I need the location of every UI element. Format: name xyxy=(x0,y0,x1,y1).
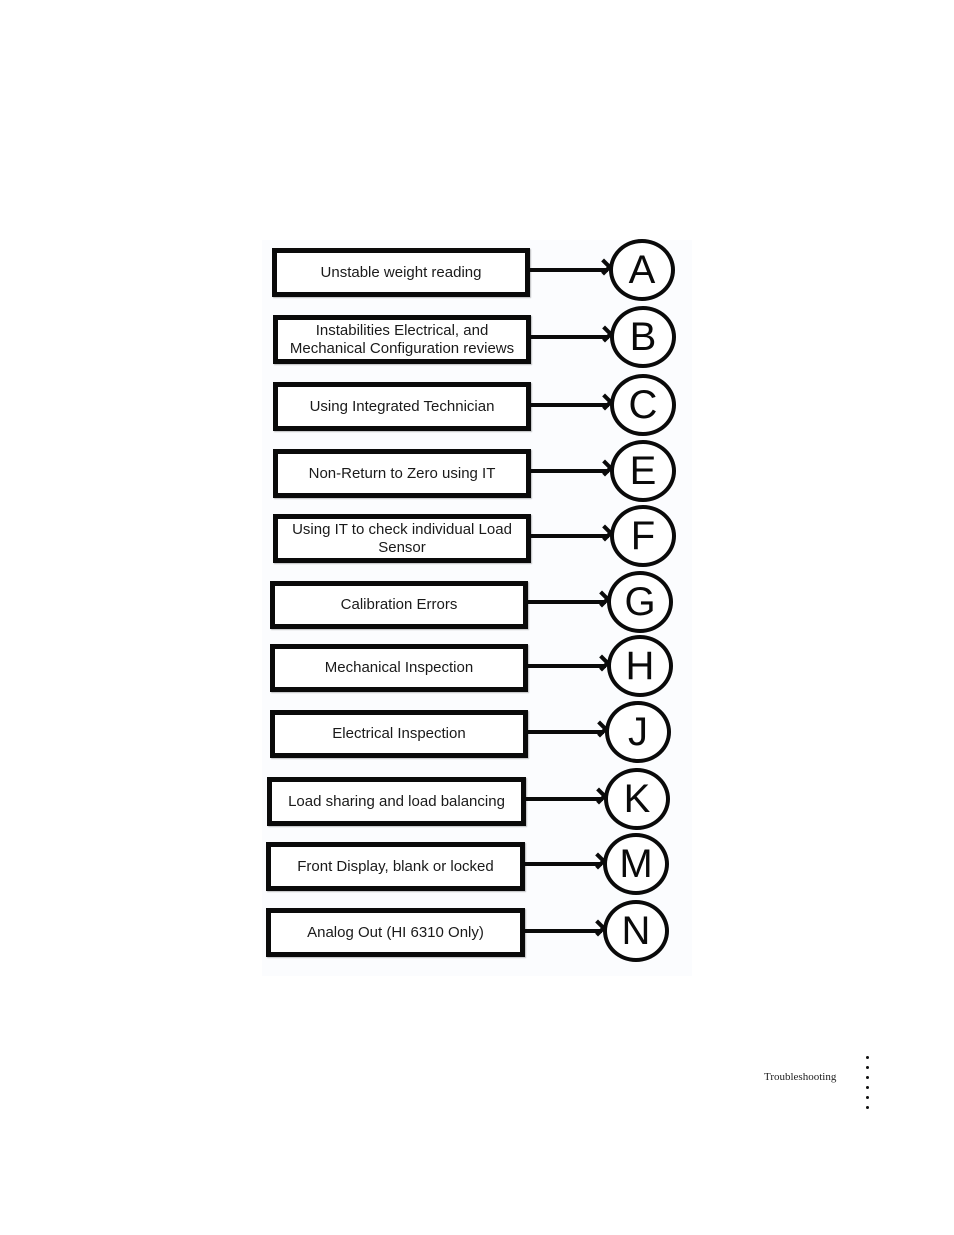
topic-box: Instabilities Electrical, and Mechanical… xyxy=(273,315,531,364)
troubleshooting-flow-diagram: Unstable weight reading A Instabilities El… xyxy=(262,239,692,976)
arrow-right-icon xyxy=(531,403,609,407)
footer-dot-leader-icon xyxy=(866,1056,870,1116)
section-letter-circle: J xyxy=(605,701,671,763)
arrow-right-icon xyxy=(531,335,609,339)
section-letter-circle: A xyxy=(609,239,675,301)
section-letter-circle: E xyxy=(610,440,676,502)
arrow-right-icon xyxy=(528,730,604,734)
arrow-right-icon xyxy=(528,600,606,604)
topic-box: Front Display, blank or locked xyxy=(266,842,525,891)
section-letter-circle: M xyxy=(603,833,669,895)
topic-box: Electrical Inspection xyxy=(270,710,528,758)
topic-box: Calibration Errors xyxy=(270,581,528,629)
arrow-right-icon xyxy=(525,862,602,866)
section-letter-circle: K xyxy=(604,768,670,830)
footer-section-label: Troubleshooting xyxy=(764,1071,837,1083)
topic-box: Using IT to check individual Load Sensor xyxy=(273,514,531,563)
topic-box: Unstable weight reading xyxy=(272,248,530,297)
arrow-right-icon xyxy=(526,797,603,801)
section-letter-circle: C xyxy=(610,374,676,436)
arrow-right-icon xyxy=(530,268,608,272)
arrow-right-icon xyxy=(531,534,609,538)
section-letter-circle: N xyxy=(603,900,669,962)
topic-box: Non-Return to Zero using IT xyxy=(273,449,531,498)
topic-box: Mechanical Inspection xyxy=(270,644,528,692)
section-letter-circle: H xyxy=(607,635,673,697)
arrow-right-icon xyxy=(531,469,609,473)
arrow-right-icon xyxy=(525,929,602,933)
topic-box: Load sharing and load balancing xyxy=(267,777,526,826)
section-letter-circle: B xyxy=(610,306,676,368)
arrow-right-icon xyxy=(528,664,606,668)
section-letter-circle: G xyxy=(607,571,673,633)
section-letter-circle: F xyxy=(610,505,676,567)
topic-box: Analog Out (HI 6310 Only) xyxy=(266,908,525,957)
topic-box: Using Integrated Technician xyxy=(273,382,531,431)
